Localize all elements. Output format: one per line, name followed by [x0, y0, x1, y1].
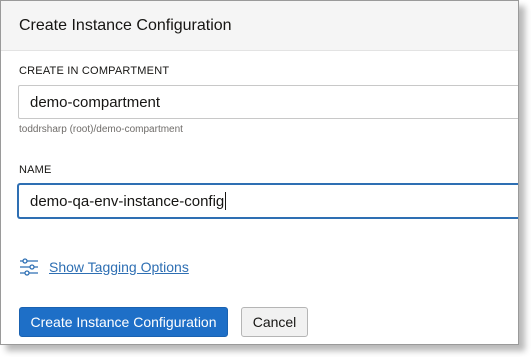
create-instance-configuration-button[interactable]: Create Instance Configuration	[19, 307, 228, 337]
dialog-title: Create Instance Configuration	[19, 16, 232, 34]
show-tagging-options-label: Show Tagging Options	[49, 259, 189, 275]
name-input[interactable]: demo-qa-env-instance-config	[18, 184, 518, 218]
compartment-label: CREATE IN COMPARTMENT	[19, 65, 170, 77]
compartment-path-hint: toddrsharp (root)/demo-compartment	[19, 124, 183, 135]
compartment-select[interactable]: demo-compartment	[18, 85, 518, 119]
cancel-button[interactable]: Cancel	[241, 307, 308, 337]
sliders-icon	[20, 258, 38, 276]
dialog-header: Create Instance Configuration	[1, 1, 518, 51]
name-input-value: demo-qa-env-instance-config	[30, 192, 225, 210]
create-instance-configuration-dialog: Create Instance Configuration CREATE IN …	[0, 0, 519, 345]
show-tagging-options-link[interactable]: Show Tagging Options	[19, 258, 189, 276]
text-caret	[225, 192, 227, 210]
compartment-value: demo-compartment	[30, 93, 161, 111]
name-label: NAME	[19, 164, 52, 176]
